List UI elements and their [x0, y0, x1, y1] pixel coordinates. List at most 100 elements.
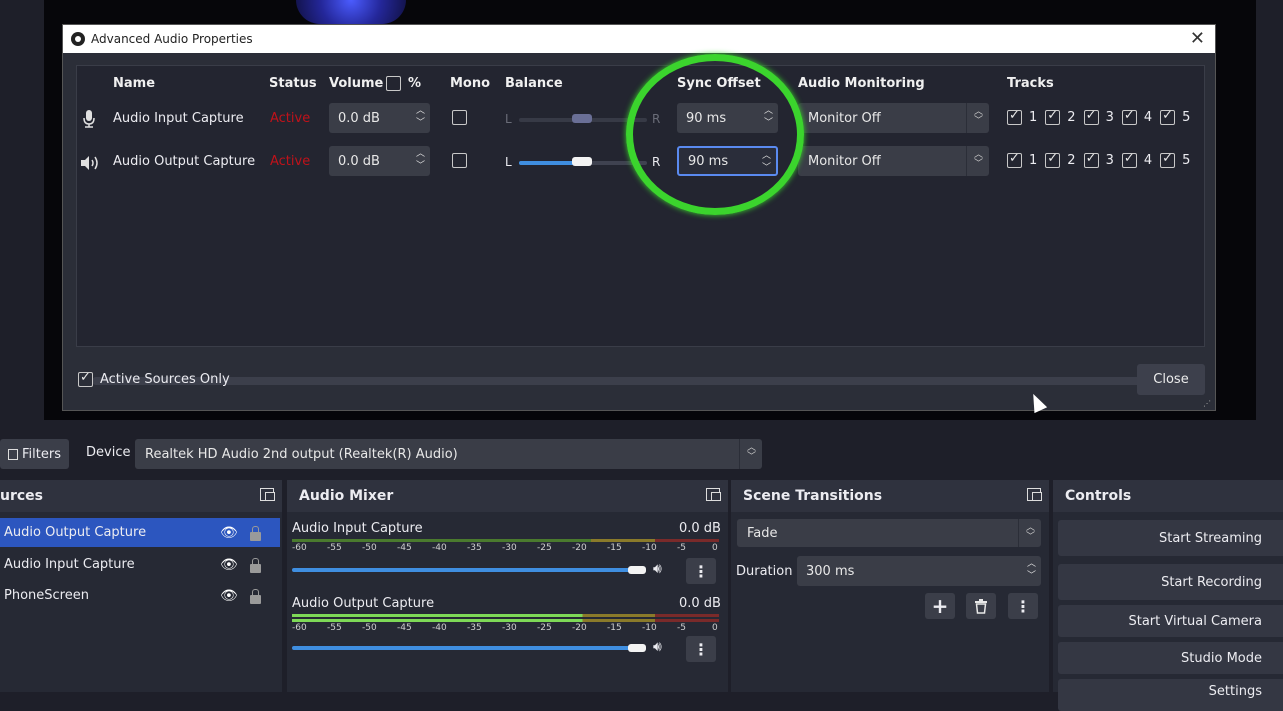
volume-spinbox[interactable]: 0.0 dB ︿ ﹀: [329, 146, 430, 176]
device-dropdown[interactable]: Realtek HD Audio 2nd output (Realtek(R) …: [135, 439, 762, 469]
meter-tick-label: -5: [677, 623, 686, 633]
transition-menu-button[interactable]: ⋮: [1008, 593, 1038, 619]
mixer-channel-level: 0.0 dB: [679, 596, 721, 611]
mixer-channel-name: Audio Output Capture: [292, 596, 435, 611]
filters-button[interactable]: Filters: [0, 439, 69, 469]
start-recording-button[interactable]: Start Recording: [1058, 564, 1283, 600]
balance-slider-handle[interactable]: [572, 157, 592, 166]
start-streaming-button[interactable]: Start Streaming: [1058, 520, 1283, 556]
tracks-group: 1 2 3 4 5: [1002, 108, 1190, 125]
header-status: Status: [269, 76, 317, 91]
track-checkbox[interactable]: [1083, 108, 1099, 125]
volume-slider-handle[interactable]: [628, 566, 646, 574]
panel-title: Scene Transitions: [743, 488, 883, 504]
lock-icon[interactable]: [250, 558, 261, 573]
meter-tick-label: -15: [607, 623, 622, 633]
add-transition-button[interactable]: +: [925, 593, 955, 619]
start-virtual-camera-button[interactable]: Start Virtual Camera: [1058, 605, 1283, 637]
remove-transition-button[interactable]: [966, 593, 996, 619]
speaker-icon[interactable]: 🔊︎: [653, 561, 662, 577]
active-sources-only-checkbox[interactable]: [78, 370, 93, 387]
eye-icon[interactable]: 👁: [220, 557, 238, 573]
track-checkbox[interactable]: [1121, 108, 1137, 125]
undock-icon[interactable]: [706, 488, 721, 501]
trash-icon: [975, 598, 987, 614]
volume-meter: [292, 619, 719, 622]
eye-icon[interactable]: 👁: [220, 588, 238, 604]
meter-scale: -60 -55 -50 -45 -40 -35 -30 -25 -20 -15 -10 -5 0: [292, 623, 747, 633]
undock-icon[interactable]: [1027, 488, 1042, 501]
meter-tick-label: -30: [502, 543, 517, 553]
mixer-menu-button[interactable]: ⋮: [686, 636, 716, 662]
source-list-item[interactable]: PhoneScreen 👁: [0, 581, 280, 610]
mixer-menu-button[interactable]: ⋮: [686, 558, 716, 584]
advanced-audio-properties-dialog: Advanced Audio Properties ✕ Name Status …: [62, 24, 1216, 411]
meter-tick-label: -35: [467, 543, 482, 553]
track-label: 4: [1143, 153, 1153, 168]
highlight-circle-annotation: [626, 54, 804, 215]
meter-tick-label: -10: [642, 543, 657, 553]
filters-icon: [8, 448, 19, 460]
track-checkbox[interactable]: [1160, 108, 1176, 125]
volume-spinbox[interactable]: 0.0 dB ︿ ﹀: [329, 103, 430, 133]
dialog-title: Advanced Audio Properties: [91, 32, 253, 46]
volume-meter: [292, 539, 719, 542]
mono-checkbox[interactable]: [452, 153, 467, 168]
spin-arrows-icon[interactable]: ︿ ﹀: [416, 105, 425, 129]
header-mono: Mono: [450, 76, 491, 91]
mixer-channel-level: 0.0 dB: [679, 521, 721, 536]
panel-title: urces: [0, 488, 43, 504]
volume-slider-handle[interactable]: [628, 644, 646, 652]
mono-checkbox[interactable]: [452, 110, 467, 125]
eye-icon[interactable]: 👁: [220, 525, 238, 541]
meter-tick-label: -50: [362, 623, 377, 633]
balance-slider-handle[interactable]: [572, 114, 592, 123]
header-audio-monitoring: Audio Monitoring: [798, 76, 925, 91]
speaker-icon[interactable]: 🔊︎: [653, 639, 662, 655]
undock-icon[interactable]: [260, 488, 275, 501]
balance-left-label: L: [505, 112, 512, 126]
horizontal-scrollbar[interactable]: [92, 377, 1178, 385]
track-label: 3: [1105, 153, 1114, 168]
duration-value: 300 ms: [806, 563, 855, 579]
audio-mixer-panel: Audio Mixer Audio Input Capture 0.0 dB -…: [287, 480, 728, 692]
track-checkbox[interactable]: [1045, 151, 1061, 168]
panel-header: urces: [0, 480, 282, 512]
track-checkbox[interactable]: [1160, 151, 1176, 168]
track-label: 5: [1182, 153, 1191, 168]
header-name: Name: [113, 76, 156, 91]
volume-percent-checkbox[interactable]: [386, 76, 401, 91]
settings-button[interactable]: Settings: [1058, 679, 1283, 711]
track-checkbox[interactable]: [1045, 108, 1061, 125]
studio-mode-button[interactable]: Studio Mode: [1058, 642, 1283, 674]
resize-grip-icon[interactable]: ⋰: [1203, 399, 1211, 408]
status-badge: Active: [270, 111, 311, 126]
source-list-item[interactable]: Audio Output Capture 👁: [0, 518, 280, 547]
filters-label: Filters: [22, 446, 61, 462]
lock-icon[interactable]: [250, 589, 261, 604]
duration-spinbox[interactable]: 300 ms ︿ ﹀: [797, 556, 1041, 586]
volume-slider[interactable]: [292, 568, 642, 572]
chevron-updown-icon: ︿ ﹀: [973, 107, 983, 126]
transition-dropdown[interactable]: Fade ︿ ﹀: [737, 519, 1041, 547]
source-list-item[interactable]: Audio Input Capture 👁: [0, 550, 280, 579]
close-icon[interactable]: ✕: [1190, 28, 1205, 49]
spin-arrows-icon[interactable]: ︿ ﹀: [1027, 558, 1036, 582]
monitoring-dropdown[interactable]: Monitor Off ︿ ﹀: [798, 146, 989, 176]
track-checkbox[interactable]: [1121, 151, 1137, 168]
scene-transitions-panel: Scene Transitions Fade ︿ ﹀ Duration 300 m…: [731, 480, 1049, 692]
close-button[interactable]: Close: [1137, 364, 1205, 395]
volume-slider[interactable]: [292, 646, 642, 650]
spin-arrows-icon[interactable]: ︿ ﹀: [416, 148, 425, 172]
track-checkbox[interactable]: [1083, 151, 1099, 168]
track-checkbox[interactable]: [1007, 108, 1022, 125]
properties-device-bar: Filters Device Realtek HD Audio 2nd outp…: [0, 436, 1283, 470]
chevron-updown-icon: ︿ ﹀: [1025, 523, 1035, 542]
tracks-group: 1 2 3 4 5: [1002, 151, 1191, 168]
panel-header: Scene Transitions: [731, 480, 1049, 512]
track-checkbox[interactable]: [1007, 151, 1022, 168]
lock-icon[interactable]: [250, 526, 261, 541]
source-item-label: Audio Input Capture: [4, 557, 135, 572]
monitoring-dropdown[interactable]: Monitor Off ︿ ﹀: [798, 103, 989, 133]
source-item-label: PhoneScreen: [4, 588, 89, 603]
